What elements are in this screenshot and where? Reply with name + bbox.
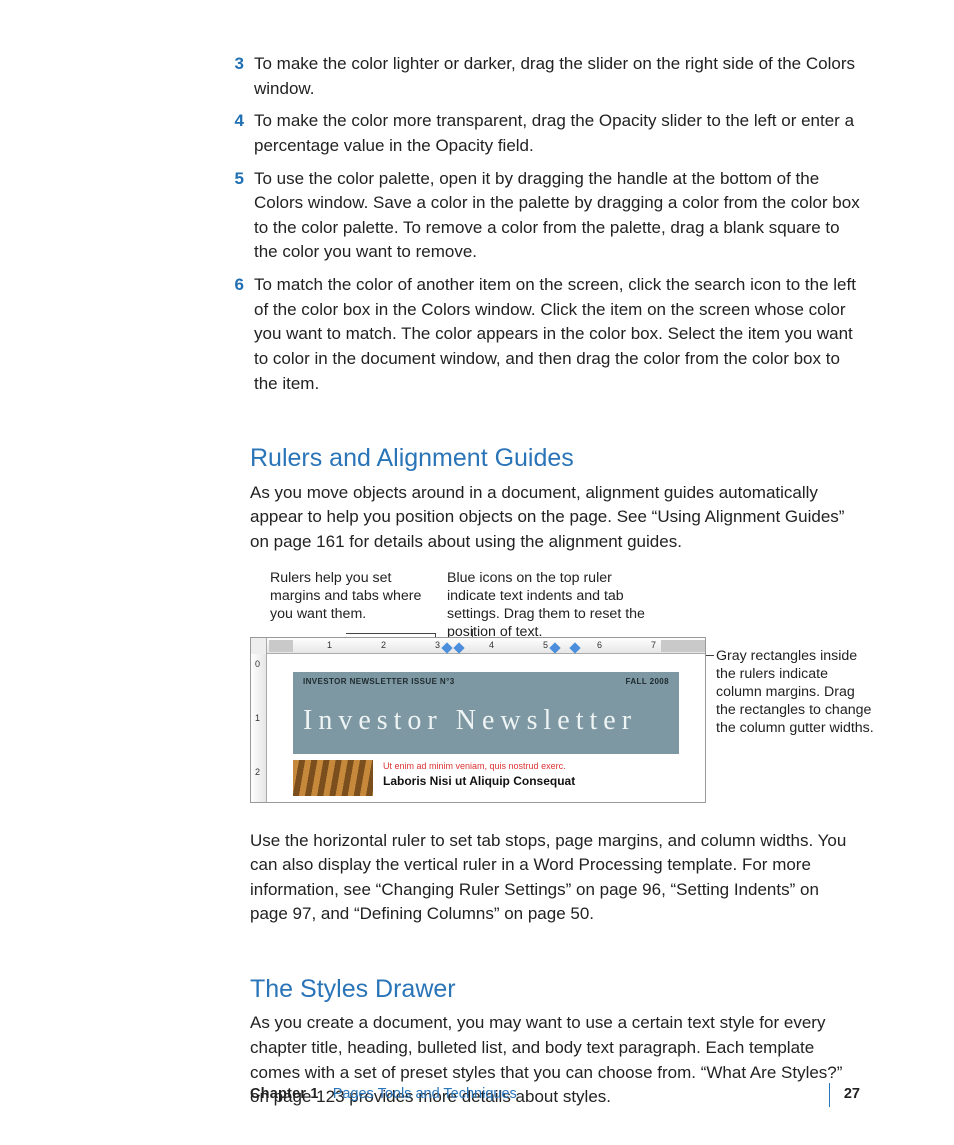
callout-rulers-right: Gray rectangles inside the rulers indica… [716, 647, 876, 738]
step-text: To match the color of another item on th… [254, 273, 860, 396]
banner-title: Investor Newsletter [303, 701, 669, 742]
leader-line [346, 633, 436, 634]
heading-rulers: Rulers and Alignment Guides [250, 440, 860, 476]
footer-divider [829, 1083, 830, 1107]
ruler-tick: 6 [597, 639, 602, 652]
horizontal-ruler: 0 1 2 3 4 5 6 7 [251, 638, 705, 654]
heading-styles-drawer: The Styles Drawer [250, 971, 860, 1007]
article-subhead: Ut enim ad minim veniam, quis nostrud ex… [383, 760, 575, 773]
ruler-tick: 3 [435, 639, 440, 652]
step-number: 5 [226, 167, 244, 266]
ruler-tick: 7 [651, 639, 656, 652]
step-text: To use the color palette, open it by dra… [254, 167, 860, 266]
step-text: To make the color lighter or darker, dra… [254, 52, 860, 101]
step-number: 4 [226, 109, 244, 158]
rulers-intro: As you move objects around in a document… [250, 481, 860, 555]
callout-rulers-left: Rulers help you set margins and tabs whe… [270, 569, 440, 624]
article-thumbnail [293, 760, 373, 796]
step-number: 3 [226, 52, 244, 101]
ruler-tick: 1 [327, 639, 332, 652]
footer-page-number: 27 [844, 1084, 860, 1105]
document-preview: INVESTOR NEWSLETTER ISSUE N°3 FALL 2008 … [267, 654, 705, 802]
rulers-after: Use the horizontal ruler to set tab stop… [250, 829, 860, 928]
vertical-ruler: 0 1 2 [251, 654, 267, 802]
step-3: 3 To make the color lighter or darker, d… [250, 52, 860, 101]
column-margin-indicator [269, 640, 293, 652]
footer-chapter: Chapter 1 [250, 1084, 319, 1105]
ruler-tick: 2 [381, 639, 386, 652]
ruler-tick: 5 [543, 639, 548, 652]
callout-rulers-mid: Blue icons on the top ruler indicate tex… [447, 569, 657, 642]
rulers-figure: Rulers help you set margins and tabs whe… [242, 569, 860, 807]
indent-marker-icon [569, 642, 580, 653]
ruler-tick: 1 [255, 712, 260, 725]
indent-marker-icon [441, 642, 452, 653]
ruler-tick: 2 [255, 766, 260, 779]
ruler-tick: 4 [489, 639, 494, 652]
footer-title: Pages Tools and Techniques [333, 1084, 517, 1105]
newsletter-banner: INVESTOR NEWSLETTER ISSUE N°3 FALL 2008 … [293, 672, 679, 754]
article-row: Ut enim ad minim veniam, quis nostrud ex… [293, 760, 679, 796]
banner-date: FALL 2008 [626, 676, 669, 688]
tab-marker-icon [453, 642, 464, 653]
article-headline: Laboris Nisi ut Aliquip Consequat [383, 773, 575, 790]
column-margin-indicator [661, 640, 705, 652]
step-4: 4 To make the color more transparent, dr… [250, 109, 860, 158]
step-5: 5 To use the color palette, open it by d… [250, 167, 860, 266]
ruler-screenshot: 0 1 2 3 4 5 6 7 0 1 2 [250, 637, 706, 803]
leader-line [706, 655, 714, 656]
step-number: 6 [226, 273, 244, 396]
step-text: To make the color more transparent, drag… [254, 109, 860, 158]
ruler-corner [251, 638, 267, 654]
tab-marker-icon [549, 642, 560, 653]
ruler-tick: 0 [255, 658, 260, 671]
page-footer: Chapter 1 Pages Tools and Techniques 27 [0, 1083, 954, 1107]
step-6: 6 To match the color of another item on … [250, 273, 860, 396]
banner-issue: INVESTOR NEWSLETTER ISSUE N°3 [303, 676, 455, 688]
